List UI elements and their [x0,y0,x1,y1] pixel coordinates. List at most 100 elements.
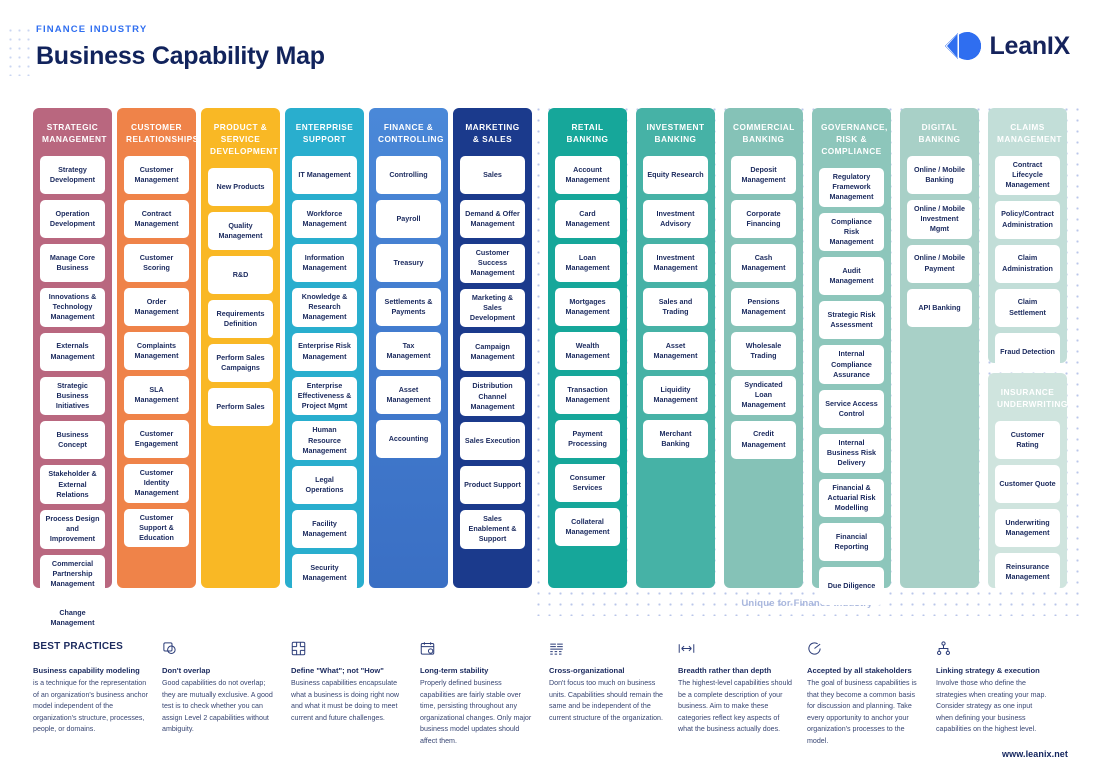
capability-card[interactable]: Regulatory Framework Management [819,168,884,207]
capability-card[interactable]: Corporate Financing [731,200,796,239]
capability-card[interactable]: Sales Execution [460,422,525,460]
capability-column-digital-banking: DIGITAL BANKING Online / Mobile Banking On… [900,108,979,588]
capability-card[interactable]: Deposit Management [731,156,796,195]
capability-card[interactable]: Product Support [460,466,525,504]
capability-card[interactable]: Sales [460,156,525,195]
capability-card[interactable]: Credit Management [731,420,796,459]
capability-card[interactable]: New Products [208,168,273,207]
capability-card[interactable]: Customer Support & Education [124,508,189,548]
capability-card[interactable]: Online / Mobile Payment [907,244,972,283]
capability-card[interactable]: Asset Management [643,332,708,371]
capability-card[interactable]: Demand & Offer Management [460,200,525,239]
capability-card[interactable]: Payroll [376,200,441,239]
capability-card[interactable]: Compliance Risk Management [819,212,884,252]
capability-card[interactable]: Legal Operations [292,466,357,504]
capability-card[interactable]: Investment Advisory [643,200,708,239]
capability-card[interactable]: Contract Lifecycle Management [995,156,1060,195]
capability-card[interactable]: Collateral Management [555,508,620,547]
capability-card[interactable]: IT Management [292,156,357,195]
capability-card[interactable]: Enterprise Risk Management [292,332,357,371]
capability-card[interactable]: Externals Management [40,332,105,371]
capability-card[interactable]: Internal Compliance Assurance [819,345,884,385]
capability-card[interactable]: Claim Administration [995,244,1060,283]
capability-card[interactable]: Mortgages Management [555,288,620,327]
capability-card[interactable]: Distribution Channel Management [460,377,525,416]
capability-card[interactable]: Perform Sales [208,388,273,427]
capability-card[interactable]: Wealth Management [555,332,620,371]
capability-card[interactable]: Account Management [555,156,620,195]
capability-card[interactable]: Card Management [555,200,620,239]
capability-card[interactable]: Workforce Management [292,200,357,239]
capability-card[interactable]: Transaction Management [555,376,620,415]
capability-card[interactable]: Syndicated Loan Management [731,376,796,415]
capability-card[interactable]: Liquidity Management [643,376,708,415]
capability-card[interactable]: Requirements Definition [208,300,273,339]
capability-card[interactable]: Sales Enablement & Support [460,510,525,549]
capability-card[interactable]: SLA Management [124,376,189,415]
capability-card[interactable]: Online / Mobile Banking [907,156,972,195]
capability-card[interactable]: Consumer Services [555,464,620,503]
capability-card[interactable]: Information Management [292,244,357,283]
capability-card[interactable]: Strategic Risk Assessment [819,301,884,340]
capability-card[interactable]: Merchant Banking [643,420,708,459]
capability-card[interactable]: Tax Management [376,332,441,371]
capability-card[interactable]: Process Design and Improvement [40,510,105,549]
capability-card[interactable]: Due Diligence [819,567,884,606]
capability-card[interactable]: Innovations & Technology Management [40,288,105,327]
capability-card[interactable]: Stakeholder & External Relations [40,465,105,504]
capability-card[interactable]: Strategic Business Initiatives [40,376,105,416]
capability-card[interactable]: R&D [208,256,273,295]
capability-card[interactable]: Manage Core Business [40,244,105,283]
capability-card[interactable]: Financial Reporting [819,523,884,562]
capability-card[interactable]: Settlements & Payments [376,288,441,327]
capability-card[interactable]: Perform Sales Campaigns [208,344,273,383]
capability-card[interactable]: Marketing & Sales Development [460,288,525,328]
capability-card[interactable]: Payment Processing [555,420,620,459]
capability-card[interactable]: Wholesale Trading [731,332,796,371]
capability-card[interactable]: Security Management [292,554,357,592]
capability-card[interactable]: Commercial Partnership Management [40,554,105,594]
capability-card[interactable]: Strategy Development [40,156,105,195]
capability-card[interactable]: Controlling [376,156,441,195]
capability-card[interactable]: Accounting [376,420,441,459]
capability-card[interactable]: Operation Development [40,200,105,239]
capability-card[interactable]: Investment Management [643,244,708,283]
capability-card[interactable]: Internal Business Risk Delivery [819,434,884,473]
capability-card[interactable]: Sales and Trading [643,288,708,327]
capability-card[interactable]: Policy/Contract Administration [995,200,1060,239]
capability-card[interactable]: Loan Management [555,244,620,283]
capability-card[interactable]: Customer Rating [995,421,1060,460]
capability-card[interactable]: Reinsurance Management [995,553,1060,592]
capability-card[interactable]: Equity Research [643,156,708,195]
capability-card[interactable]: Customer Quote [995,465,1060,504]
capability-card[interactable]: Complaints Management [124,332,189,371]
capability-card[interactable]: Underwriting Management [995,509,1060,548]
capability-card[interactable]: Customer Identity Management [124,464,189,503]
capability-card[interactable]: Pensions Management [731,288,796,327]
capability-card[interactable]: Customer Engagement [124,420,189,459]
capability-card[interactable]: Treasury [376,244,441,283]
capability-card[interactable]: Customer Scoring [124,244,189,283]
capability-card[interactable]: Service Access Control [819,390,884,429]
capability-card[interactable]: Facility Management [292,510,357,548]
capability-card[interactable]: Enterprise Effectiveness & Project Mgmt [292,376,357,416]
capability-card[interactable]: Fraud Detection [995,332,1060,371]
column-title-marketing-sales: MARKETING & SALES [465,122,520,145]
capability-card[interactable]: Campaign Management [460,333,525,372]
capability-card[interactable]: Cash Management [731,244,796,283]
capability-card[interactable]: Change Management [40,599,105,638]
capability-card[interactable]: Online / Mobile Investment Mgmt [907,200,972,239]
capability-card[interactable]: Human Resource Management [292,421,357,460]
capability-card[interactable]: Financial & Actuarial Risk Modelling [819,478,884,518]
capability-card[interactable]: Order Management [124,288,189,327]
capability-card[interactable]: Claim Settlement [995,288,1060,327]
capability-card[interactable]: Quality Management [208,212,273,251]
capability-card[interactable]: Contract Management [124,200,189,239]
capability-card[interactable]: API Banking [907,288,972,327]
capability-card[interactable]: Asset Management [376,376,441,415]
capability-card[interactable]: Business Concept [40,421,105,460]
capability-card[interactable]: Audit Management [819,257,884,296]
capability-card[interactable]: Customer Success Management [460,244,525,283]
capability-card[interactable]: Customer Management [124,156,189,195]
capability-card[interactable]: Knowledge & Research Management [292,288,357,327]
